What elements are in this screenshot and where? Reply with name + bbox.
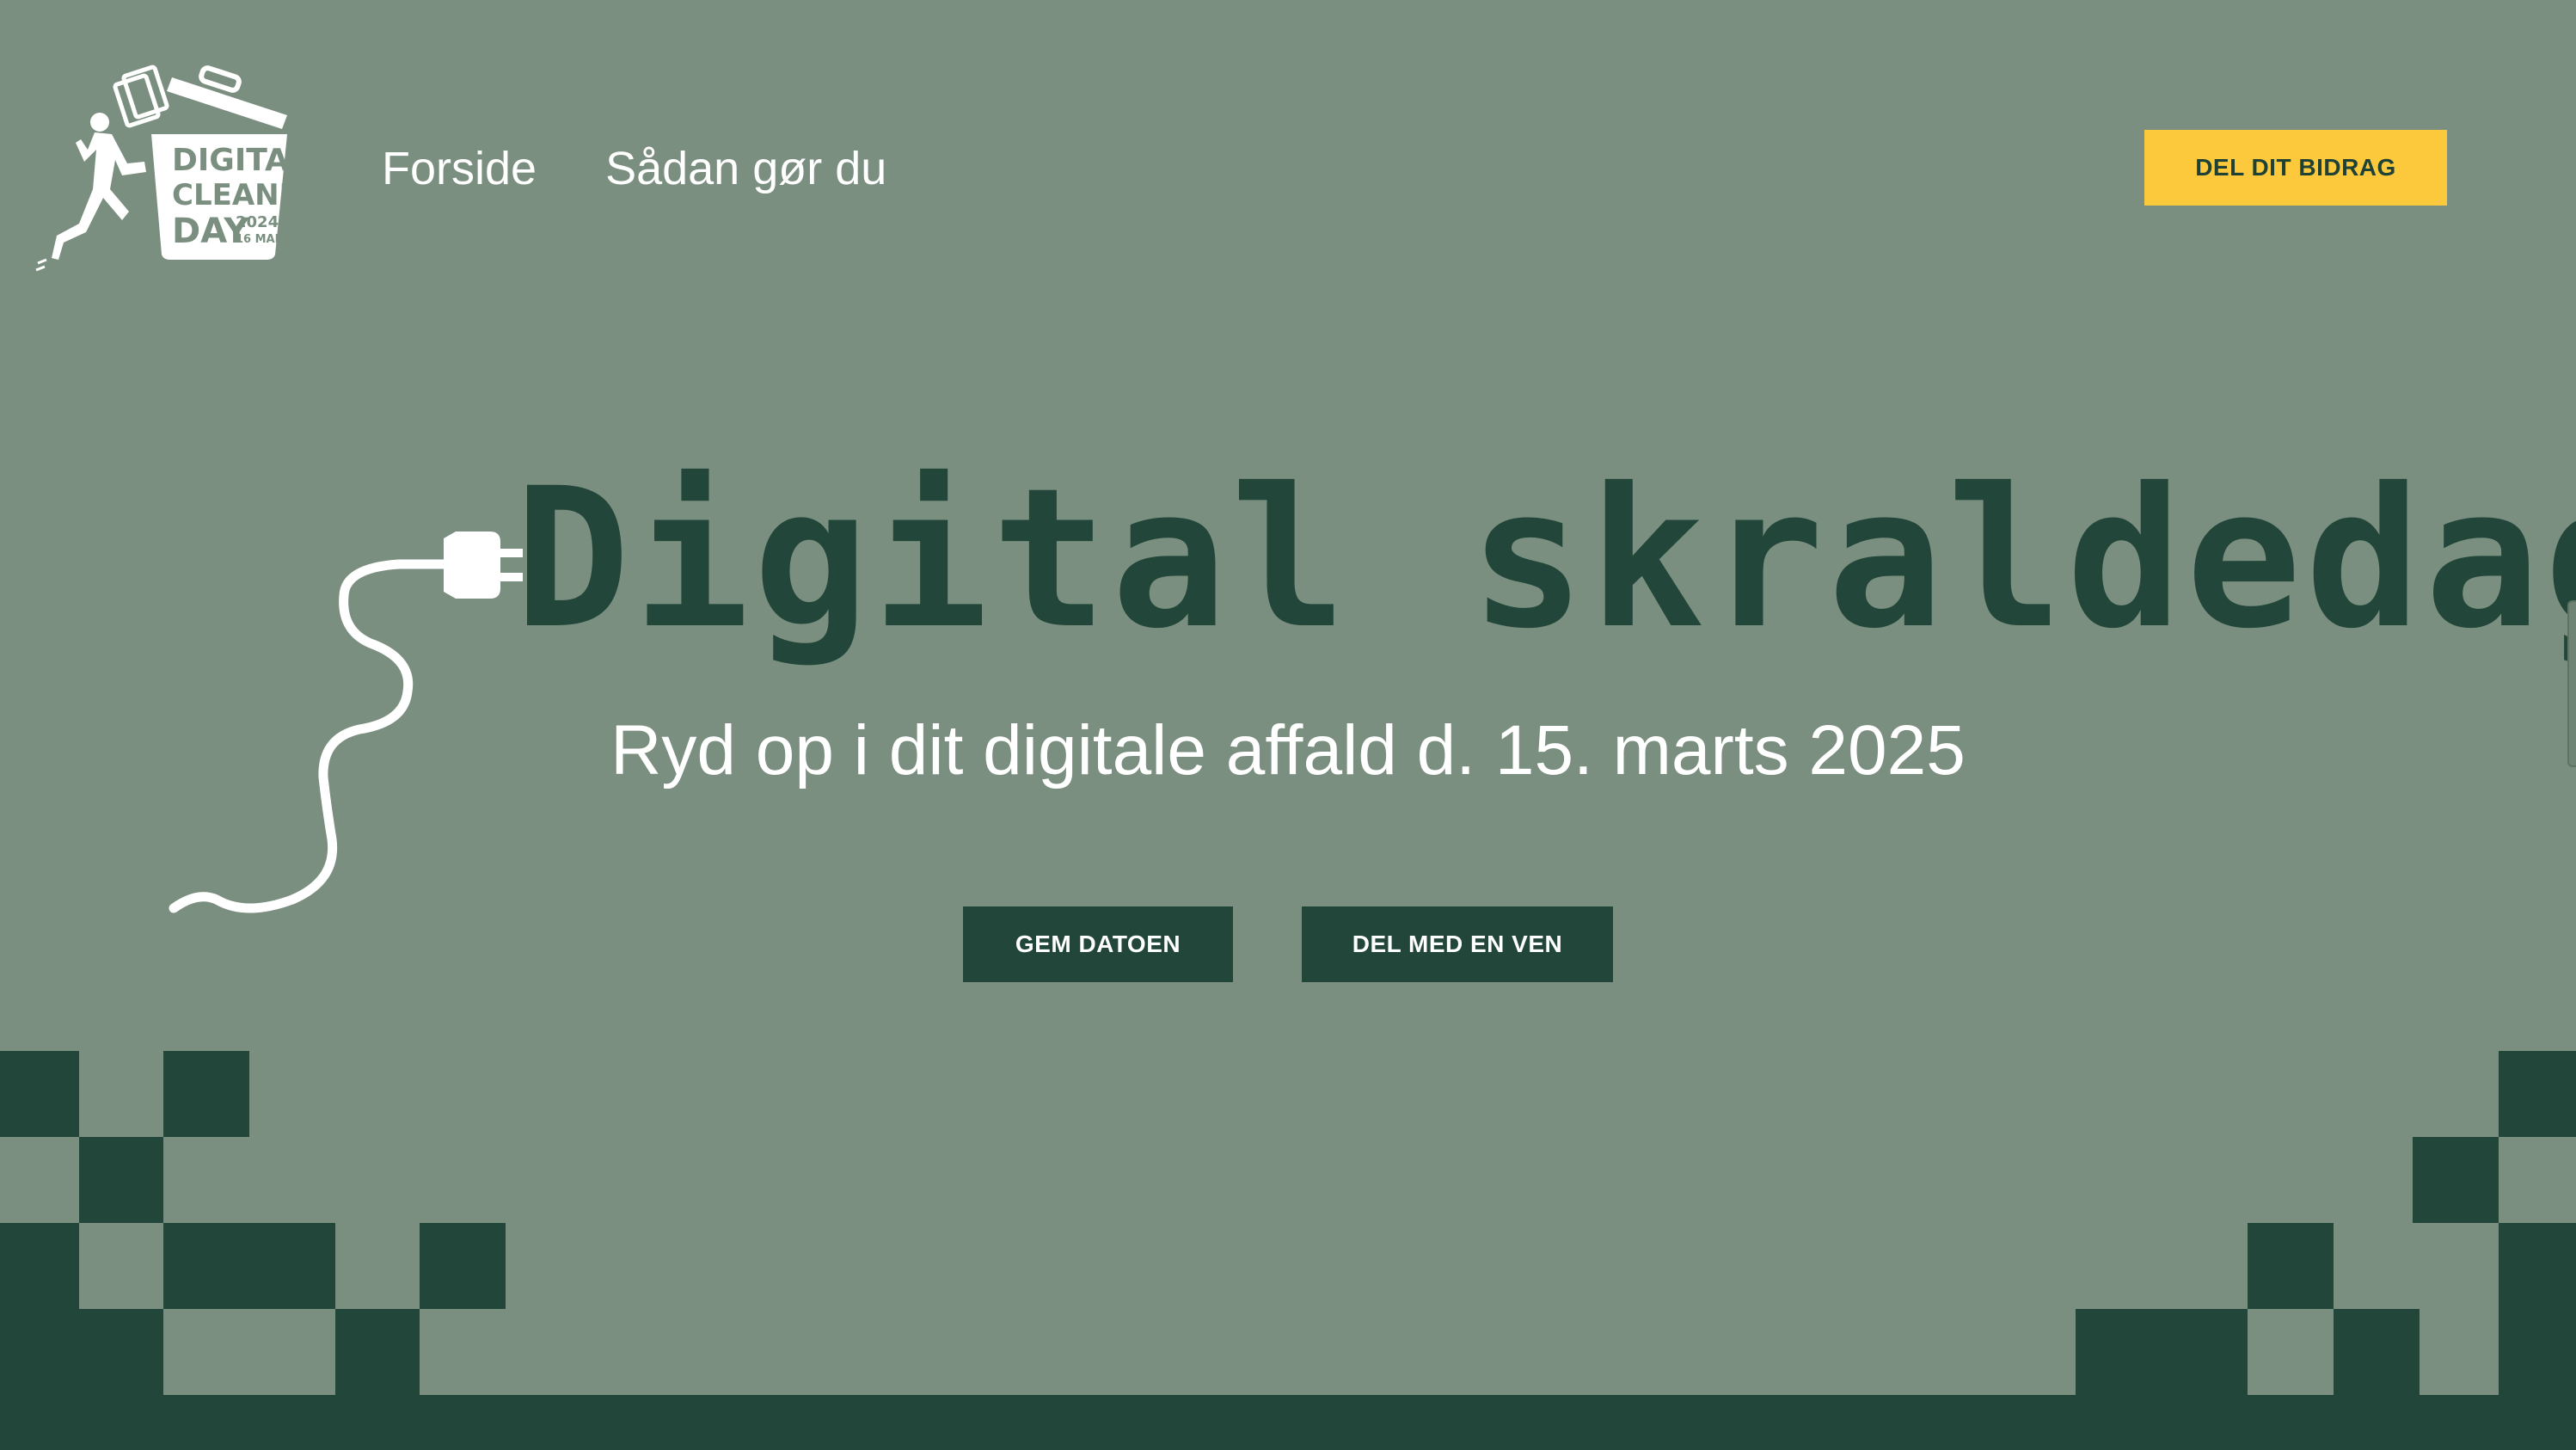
logo-text-line1: DIGITAL xyxy=(172,143,308,178)
main-nav: Forside Sådan gør du xyxy=(382,136,886,201)
pixel-block xyxy=(2248,1223,2334,1309)
save-date-button[interactable]: GEM DATOEN xyxy=(963,906,1233,982)
pixel-block xyxy=(0,1051,79,1137)
pixel-block xyxy=(2499,1309,2576,1395)
hero-subtitle: Ryd op i dit digitale affald d. 15. mart… xyxy=(610,711,1966,790)
page: DIGITAL CLEANUP DAY 2024 16 MAR Forside … xyxy=(0,0,2576,1450)
pixel-block xyxy=(0,1309,163,1395)
nav-link-forside[interactable]: Forside xyxy=(382,136,537,201)
nav-link-saadan-goer-du[interactable]: Sådan gør du xyxy=(605,136,886,201)
pixel-block xyxy=(2413,1137,2499,1223)
pixel-block xyxy=(0,1223,79,1309)
pixel-block xyxy=(2499,1223,2576,1309)
pixel-block xyxy=(2499,1051,2576,1137)
pixel-block xyxy=(79,1137,163,1223)
digital-cleanup-day-logo[interactable]: DIGITAL CLEANUP DAY 2024 16 MAR xyxy=(33,60,308,275)
hero-title: Digital skraldedag xyxy=(514,446,2576,671)
pixel-block xyxy=(2076,1309,2248,1395)
footer-band xyxy=(0,1395,2576,1450)
share-with-friend-button[interactable]: DEL MED EN VEN xyxy=(1302,906,1613,982)
share-contribution-button[interactable]: DEL DIT BIDRAG xyxy=(2144,130,2447,206)
logo-year: 2024 xyxy=(236,213,279,231)
pixel-block xyxy=(163,1051,249,1137)
pixel-block xyxy=(163,1223,335,1309)
logo-text-line2: CLEANUP xyxy=(172,178,308,212)
logo-date: 16 MAR xyxy=(236,233,284,246)
pixel-block xyxy=(2334,1309,2420,1395)
pixel-block xyxy=(420,1223,506,1309)
side-scroll-tab[interactable] xyxy=(2567,600,2576,767)
pixel-block xyxy=(335,1309,420,1395)
trash-bin-logo-icon: DIGITAL CLEANUP DAY 2024 16 MAR xyxy=(35,65,308,272)
